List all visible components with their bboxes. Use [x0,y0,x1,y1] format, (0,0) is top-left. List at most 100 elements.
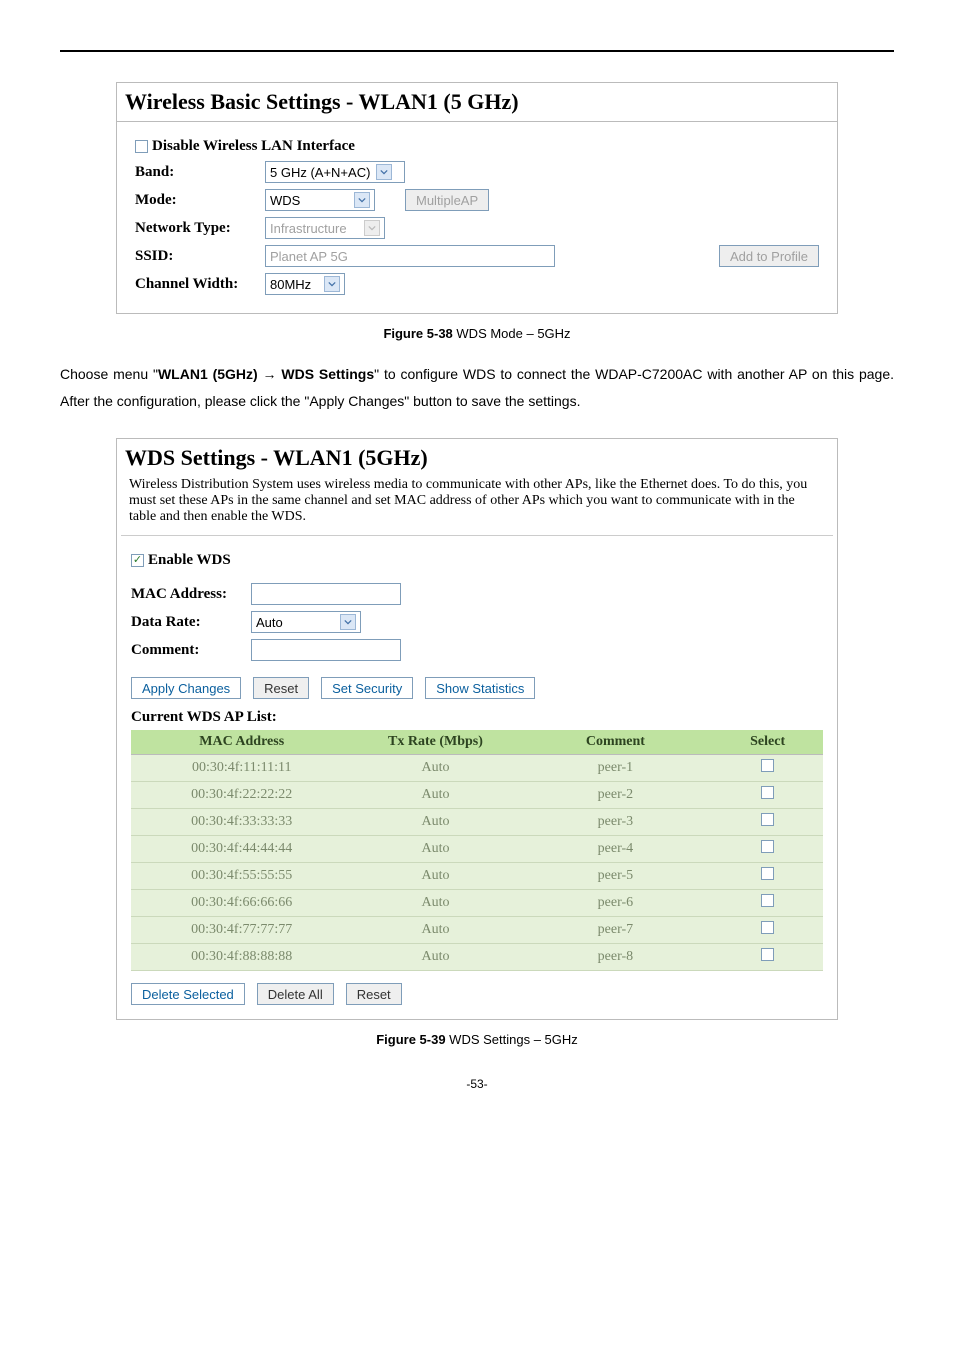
page-number: -53- [60,1077,894,1091]
row-select-checkbox[interactable] [761,840,774,853]
cell-comment: peer-6 [519,890,713,917]
top-rule [60,50,894,52]
disable-wlan-label: Disable Wireless LAN Interface [152,138,355,155]
comment-label: Comment: [131,642,251,659]
cell-select [712,863,823,890]
cell-select [712,836,823,863]
wds-list-label: Current WDS AP List: [131,709,823,726]
row-select-checkbox[interactable] [761,894,774,907]
cell-comment: peer-2 [519,782,713,809]
figure-caption-2-bold: Figure 5-39 [376,1032,445,1047]
disable-wlan-checkbox[interactable] [135,140,148,153]
show-statistics-button[interactable]: Show Statistics [425,677,535,699]
network-type-label: Network Type: [135,220,265,237]
cell-comment: peer-7 [519,917,713,944]
cell-comment: peer-3 [519,809,713,836]
row-select-checkbox[interactable] [761,813,774,826]
table-row: 00:30:4f:55:55:55Autopeer-5 [131,863,823,890]
cell-rate: Auto [352,890,518,917]
wds-title: WDS Settings - WLAN1 (5GHz) [117,439,837,471]
arrow-icon: → [263,366,277,382]
figure-caption-1-rest: WDS Mode – 5GHz [453,326,571,341]
panel-title: Wireless Basic Settings - WLAN1 (5 GHz) [117,83,837,122]
cell-rate: Auto [352,917,518,944]
cell-comment: peer-1 [519,755,713,782]
th-select: Select [712,730,823,755]
band-label: Band: [135,164,265,181]
wds-ap-table: MAC Address Tx Rate (Mbps) Comment Selec… [131,730,823,971]
cell-comment: peer-4 [519,836,713,863]
mode-select[interactable]: WDS [265,189,375,211]
cell-select [712,755,823,782]
cell-mac: 00:30:4f:44:44:44 [131,836,352,863]
cell-mac: 00:30:4f:11:11:11 [131,755,352,782]
network-type-value: Infrastructure [270,221,347,236]
cell-rate: Auto [352,863,518,890]
table-row: 00:30:4f:11:11:11Autopeer-1 [131,755,823,782]
figure-caption-2-rest: WDS Settings – 5GHz [446,1032,578,1047]
cell-rate: Auto [352,809,518,836]
cell-mac: 00:30:4f:33:33:33 [131,809,352,836]
multiple-ap-button[interactable]: MultipleAP [405,189,489,211]
cell-mac: 00:30:4f:88:88:88 [131,944,352,971]
table-row: 00:30:4f:88:88:88Autopeer-8 [131,944,823,971]
data-rate-select[interactable]: Auto [251,611,361,633]
th-rate: Tx Rate (Mbps) [352,730,518,755]
cell-mac: 00:30:4f:55:55:55 [131,863,352,890]
cell-select [712,917,823,944]
channel-width-value: 80MHz [270,277,311,292]
wds-settings-panel: WDS Settings - WLAN1 (5GHz) Wireless Dis… [116,438,838,1020]
chevron-down-icon [364,220,380,236]
enable-wds-label: Enable WDS [148,552,231,569]
para-seg: Choose menu " [60,366,158,382]
apply-changes-button[interactable]: Apply Changes [131,677,241,699]
cell-select [712,890,823,917]
enable-wds-checkbox[interactable] [131,554,144,567]
chevron-down-icon [340,614,356,630]
mode-label: Mode: [135,192,265,209]
cell-select [712,782,823,809]
ssid-input: Planet AP 5G [265,245,555,267]
cell-comment: peer-5 [519,863,713,890]
row-select-checkbox[interactable] [761,867,774,880]
row-select-checkbox[interactable] [761,921,774,934]
mac-address-input[interactable] [251,583,401,605]
mac-address-label: MAC Address: [131,586,251,603]
band-value: 5 GHz (A+N+AC) [270,165,370,180]
chevron-down-icon [324,276,340,292]
para-bold: WLAN1 (5GHz) [158,366,263,382]
delete-selected-button[interactable]: Delete Selected [131,983,245,1005]
add-to-profile-button[interactable]: Add to Profile [719,245,819,267]
cell-mac: 00:30:4f:66:66:66 [131,890,352,917]
chevron-down-icon [376,164,392,180]
ssid-label: SSID: [135,248,265,265]
cell-select [712,944,823,971]
wds-description: Wireless Distribution System uses wirele… [121,471,833,536]
wireless-basic-panel: Wireless Basic Settings - WLAN1 (5 GHz) … [116,82,838,314]
delete-all-button[interactable]: Delete All [257,983,334,1005]
figure-caption-2: Figure 5-39 WDS Settings – 5GHz [60,1032,894,1047]
network-type-select: Infrastructure [265,217,385,239]
table-row: 00:30:4f:22:22:22Autopeer-2 [131,782,823,809]
row-select-checkbox[interactable] [761,759,774,772]
row-select-checkbox[interactable] [761,786,774,799]
comment-input[interactable] [251,639,401,661]
th-mac: MAC Address [131,730,352,755]
chevron-down-icon [354,192,370,208]
table-row: 00:30:4f:77:77:77Autopeer-7 [131,917,823,944]
cell-comment: peer-8 [519,944,713,971]
cell-select [712,809,823,836]
band-select[interactable]: 5 GHz (A+N+AC) [265,161,405,183]
reset-list-button[interactable]: Reset [346,983,402,1005]
table-row: 00:30:4f:44:44:44Autopeer-4 [131,836,823,863]
th-comment: Comment [519,730,713,755]
cell-rate: Auto [352,836,518,863]
row-select-checkbox[interactable] [761,948,774,961]
cell-rate: Auto [352,944,518,971]
reset-button[interactable]: Reset [253,677,309,699]
para-bold: WDS Settings [277,366,375,382]
set-security-button[interactable]: Set Security [321,677,413,699]
channel-width-select[interactable]: 80MHz [265,273,345,295]
cell-rate: Auto [352,755,518,782]
instruction-paragraph: Choose menu "WLAN1 (5GHz) → WDS Settings… [60,361,894,414]
